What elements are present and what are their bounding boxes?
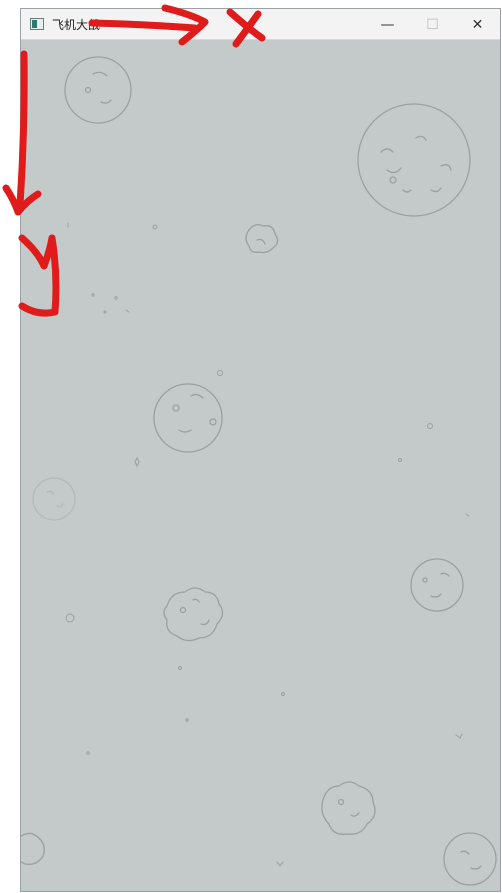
asteroid-jagged-1 xyxy=(163,587,224,642)
close-button[interactable]: ✕ xyxy=(455,9,500,40)
app-window-icon xyxy=(30,18,44,30)
asteroid-faint-1 xyxy=(32,477,76,521)
asteroid-medium-2 xyxy=(153,383,223,453)
asteroid-medium-1 xyxy=(64,56,132,124)
asteroid-field xyxy=(21,56,497,886)
minimize-button[interactable]: — xyxy=(365,9,410,40)
asteroid-partial-1 xyxy=(21,832,45,865)
asteroid-large-1 xyxy=(357,103,471,217)
window-title: 飞机大战 xyxy=(52,18,101,32)
game-window: 飞机大战 — ☐ ✕ xyxy=(20,8,501,892)
asteroid-medium-4 xyxy=(443,832,497,886)
asteroid-small-1 xyxy=(245,224,279,254)
title-bar[interactable]: 飞机大战 — ☐ ✕ xyxy=(21,9,500,40)
game-canvas[interactable] xyxy=(21,40,500,892)
maximize-button[interactable]: ☐ xyxy=(410,9,455,40)
asteroid-medium-3 xyxy=(410,558,464,612)
space-debris xyxy=(65,222,470,867)
asteroid-jagged-2 xyxy=(321,781,376,835)
